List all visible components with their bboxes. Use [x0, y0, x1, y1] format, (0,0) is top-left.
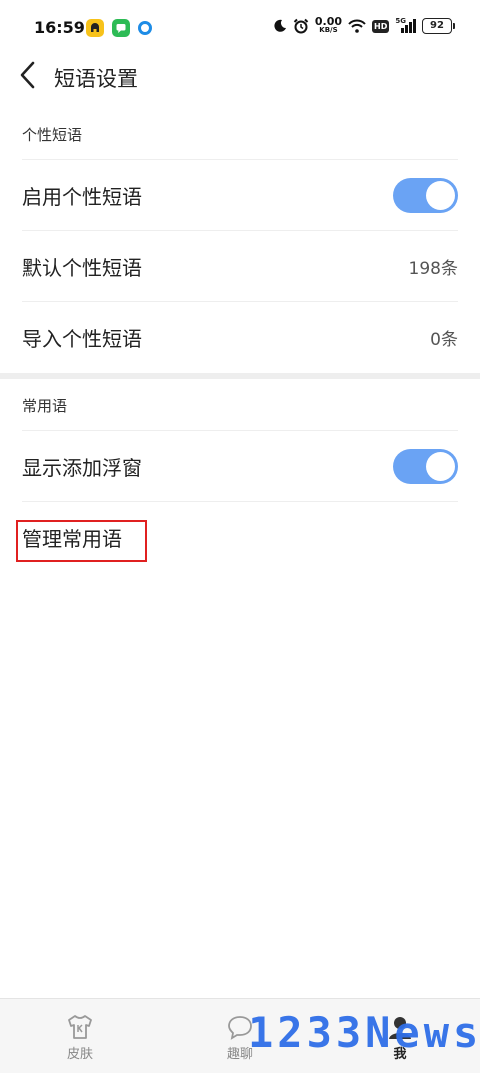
hd-badge: HD: [372, 19, 390, 33]
page-title: 短语设置: [54, 67, 138, 91]
toggle-knob: [426, 180, 455, 210]
status-time: 16:59: [34, 18, 85, 37]
highlight-box: [16, 520, 147, 562]
network-label: 5G: [395, 17, 406, 25]
net-speed-unit: KB/S: [319, 26, 338, 34]
chevron-left-icon: [20, 61, 35, 89]
alarm-icon: [293, 18, 309, 34]
row-label: 导入个性短语: [22, 326, 142, 351]
nav-item-skins[interactable]: 皮肤: [40, 1013, 120, 1062]
moon-icon: [274, 19, 286, 32]
show-add-float-window-row[interactable]: 显示添加浮窗: [22, 430, 458, 501]
header: 短语设置: [0, 58, 480, 98]
nav-label: 皮肤: [66, 1047, 93, 1062]
back-button[interactable]: [14, 58, 46, 94]
net-speed-value: 0.00: [314, 15, 343, 28]
watermark: 1233News: [248, 1008, 480, 1057]
section-divider: [0, 373, 480, 379]
enable-personal-phrases-toggle[interactable]: [393, 177, 458, 213]
shirt-icon: [68, 1015, 92, 1039]
enable-personal-phrases-row[interactable]: 启用个性短语: [22, 159, 458, 230]
import-phrases-count: 0条: [430, 329, 458, 350]
row-label: 启用个性短语: [22, 184, 142, 209]
row-label: 默认个性短语: [22, 255, 142, 280]
green-chat-icon: [112, 19, 130, 37]
notification-icons: [86, 19, 152, 37]
net-speed: 0.00 KB/S: [314, 15, 343, 35]
toggle-knob: [426, 451, 455, 481]
yellow-app-icon: [86, 19, 104, 37]
system-icons: 0.00 KB/S HD 5G 92: [273, 15, 455, 35]
import-personal-phrases-row[interactable]: 导入个性短语 0条: [22, 301, 458, 372]
default-personal-phrases-row[interactable]: 默认个性短语 198条: [22, 230, 458, 301]
default-phrases-count: 198条: [408, 258, 458, 279]
signal-icon: 5G: [395, 17, 416, 33]
show-add-float-window-toggle[interactable]: [393, 448, 458, 484]
section-title-common-phrases: 常用语: [22, 397, 68, 415]
section-title-personal-phrases: 个性短语: [22, 126, 83, 144]
row-label: 显示添加浮窗: [22, 455, 142, 480]
status-bar: 16:59 0.00 KB/S HD 5G 92: [0, 0, 480, 58]
blue-circle-icon: [138, 21, 152, 35]
battery-icon: 92: [422, 18, 455, 34]
wifi-icon: [348, 19, 366, 33]
